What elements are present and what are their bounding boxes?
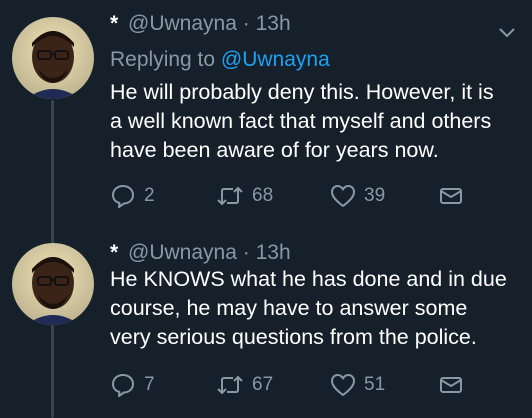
retweet-arrows-icon [217, 375, 243, 395]
user-handle[interactable]: @Uwnayna [128, 12, 237, 35]
like-count: 39 [364, 185, 386, 206]
envelope-icon [440, 377, 462, 393]
replying-to: Replying to @Uwnayna [110, 46, 330, 74]
tweet-text-line: very serious questions from the police. [110, 325, 477, 349]
tweet-text: He KNOWS what he has done and in due cou… [110, 265, 520, 352]
tweet-actions: 2 68 39 [110, 181, 510, 211]
retweet-count: 67 [252, 374, 274, 395]
replying-to-mention[interactable]: @Uwnayna [221, 48, 330, 71]
timestamp[interactable]: 13h [256, 241, 291, 264]
retweet-arrows-icon [217, 186, 243, 206]
chevron-down-icon[interactable] [497, 22, 517, 42]
separator-dot: · [242, 12, 250, 35]
like-count: 51 [364, 374, 386, 395]
tweet-header: * @Uwnayna · 13h [110, 239, 291, 267]
avatar[interactable] [12, 243, 94, 325]
heart-outline-icon [331, 185, 355, 207]
tweet[interactable]: * @Uwnayna · 13h Replying to @Uwnayna He… [0, 0, 532, 215]
tweet[interactable]: * @Uwnayna · 13h He KNOWS what he has do… [0, 228, 532, 418]
tweet-actions: 7 67 51 [110, 370, 510, 400]
asterisk-mark: * [110, 241, 119, 264]
reply-count: 2 [144, 185, 155, 206]
tweet-text-line: course, he may have to answer some [110, 296, 468, 320]
timestamp[interactable]: 13h [256, 12, 291, 35]
speech-bubble-icon [112, 185, 134, 208]
tweet-text-line: have been aware of for years now. [110, 138, 439, 162]
retweet-button[interactable]: 67 [216, 370, 273, 400]
tweet-header: * @Uwnayna · 13h [110, 10, 291, 38]
user-handle[interactable]: @Uwnayna [128, 241, 237, 264]
like-button[interactable]: 39 [330, 181, 385, 211]
like-button[interactable]: 51 [330, 370, 385, 400]
retweet-button[interactable]: 68 [216, 181, 273, 211]
reply-button[interactable]: 2 [110, 181, 155, 211]
speech-bubble-icon [112, 374, 134, 397]
direct-message-button[interactable] [439, 370, 463, 400]
tweet-text: He will probably deny this. However, it … [110, 78, 520, 165]
tweet-text-line: He will probably deny this. However, it … [110, 80, 494, 104]
tweet-text-line: He KNOWS what he has done and in due [110, 267, 507, 291]
heart-outline-icon [331, 374, 355, 396]
reply-count: 7 [144, 374, 155, 395]
direct-message-button[interactable] [439, 181, 463, 211]
envelope-icon [440, 188, 462, 204]
asterisk-mark: * [110, 12, 119, 35]
separator-dot: · [242, 241, 250, 264]
tweet-thread: * @Uwnayna · 13h Replying to @Uwnayna He… [0, 0, 532, 418]
avatar[interactable] [12, 17, 94, 99]
tweet-text-line: a well known fact that myself and others [110, 109, 492, 133]
reply-button[interactable]: 7 [110, 370, 155, 400]
replying-to-label: Replying to [110, 48, 216, 71]
retweet-count: 68 [252, 185, 274, 206]
